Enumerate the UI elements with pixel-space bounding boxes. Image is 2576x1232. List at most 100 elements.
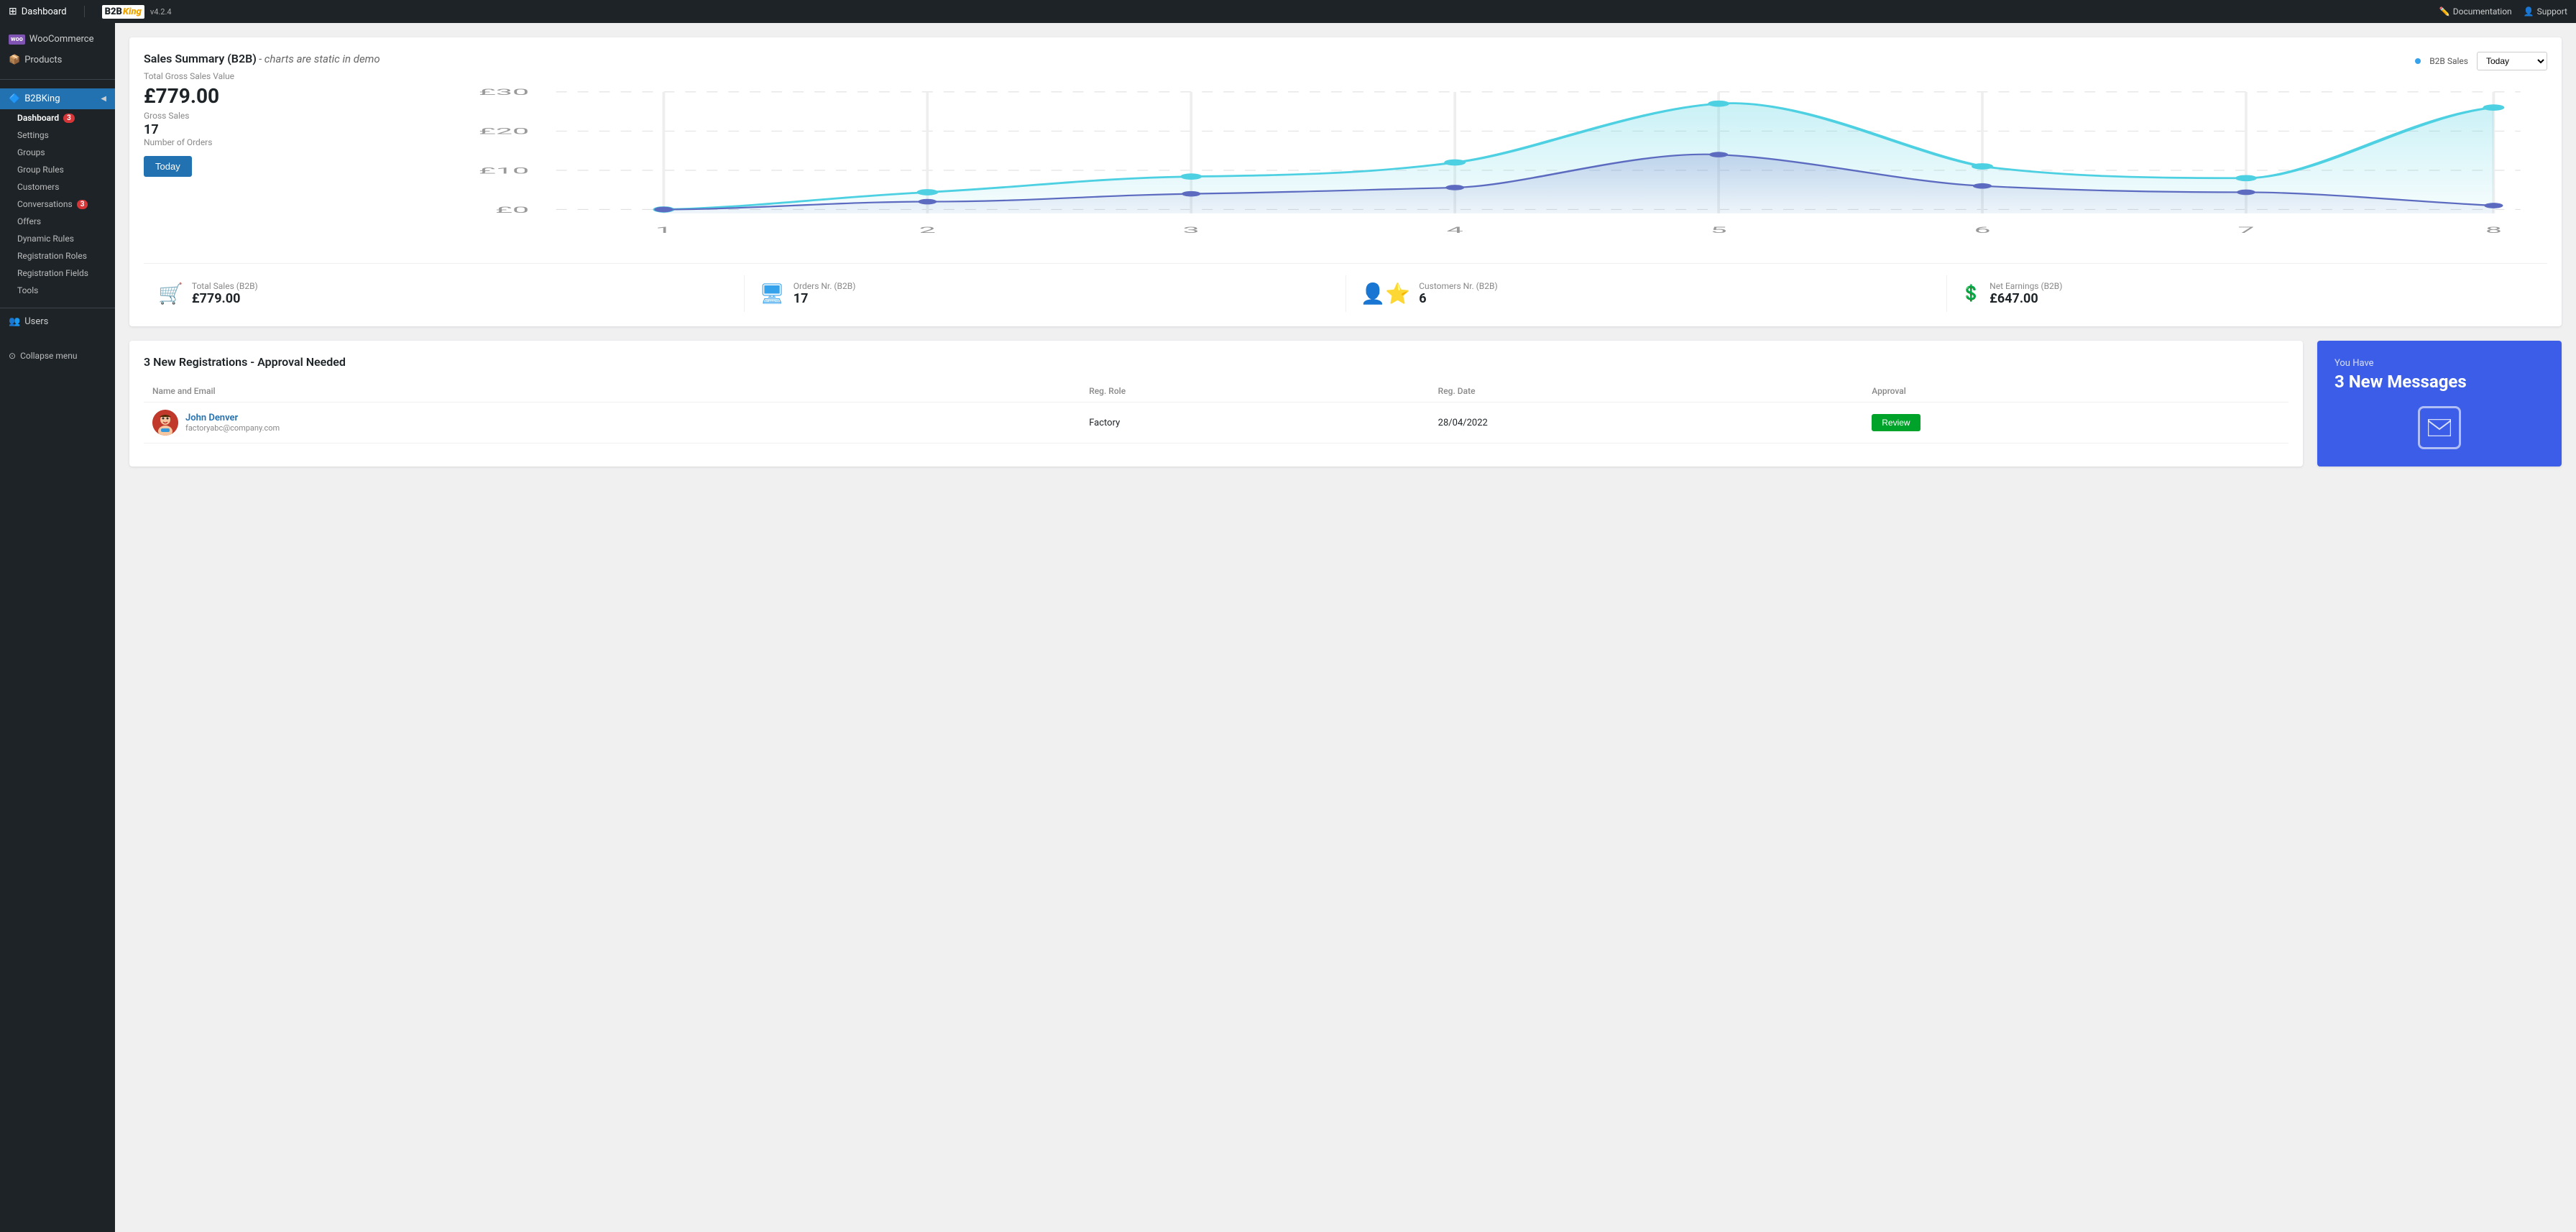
sidebar-item-dashboard[interactable]: Dashboard 3 [9,109,115,127]
sales-chart-area: Sales Summary (B2B) - charts are static … [144,52,2547,252]
topbar-right: ✏️ Documentation 👤 Support [2439,6,2567,17]
doc-icon: ✏️ [2439,6,2450,17]
sidebar-submenu: Dashboard 3 Settings Groups Group Rules … [0,109,115,299]
col-reg-date: Reg. Date [1430,380,1864,403]
chart-controls: B2B Sales Today This Week This Month Thi… [395,52,2547,70]
version-label: v4.2.4 [150,7,172,17]
avatar [152,410,178,436]
envelope-icon [2418,406,2461,449]
stat-total-sales: 🛒 Total Sales (B2B) £779.00 [144,275,745,312]
total-gross-label: Total Gross Sales Value [144,71,380,81]
collapse-menu[interactable]: ⊙ Collapse menu [0,346,115,365]
sidebar-item-users[interactable]: 👥 Users [0,311,115,332]
sidebar-item-registration-fields[interactable]: Registration Fields [9,265,115,282]
cart-icon: 🛒 [158,282,183,305]
sidebar-item-group-rules[interactable]: Group Rules [9,161,115,178]
products-icon: 📦 [9,55,20,65]
sidebar-woocommerce-section: woo WooCommerce 📦 Products [0,23,115,76]
avatar-svg [152,410,178,436]
sidebar-item-registration-roles[interactable]: Registration Roles [9,247,115,265]
svg-text:6: 6 [1974,226,1990,236]
sidebar: woo WooCommerce 📦 Products 🔷 B2BKing ◀ D… [0,23,115,1232]
users-sidebar-icon: 👥 [9,316,20,327]
woo-icon: woo [9,35,25,45]
stat-net-earnings: 💲 Net Earnings (B2B) £647.00 [1947,275,2547,312]
sales-left-panel: Sales Summary (B2B) - charts are static … [144,52,380,252]
svg-text:£10: £10 [479,166,529,176]
legend-dot-icon [2415,58,2421,64]
orders-count: 17 [144,122,380,137]
stat-orders: 🖥 Orders Nr. (B2B) 17 [745,275,1346,312]
svg-text:8: 8 [2485,226,2502,236]
period-select[interactable]: Today This Week This Month This Year [2477,52,2547,70]
registrations-title: 3 New Registrations - Approval Needed [144,355,2288,369]
sidebar-b2bking-section: 🔷 B2BKing ◀ Dashboard 3 Settings Groups … [0,83,115,305]
sales-summary-card: Sales Summary (B2B) - charts are static … [129,37,2562,326]
stat-orders-value: 17 [794,291,856,306]
sales-amount: £779.00 [144,84,380,108]
dollar-icon: 💲 [1961,285,1981,303]
svg-text:£20: £20 [479,127,529,137]
svg-text:2: 2 [919,226,935,236]
svg-text:£30: £30 [479,88,529,98]
documentation-link[interactable]: ✏️ Documentation [2439,6,2512,17]
sidebar-item-dynamic-rules[interactable]: Dynamic Rules [9,230,115,247]
sidebar-sep-1 [0,79,115,80]
sidebar-item-settings[interactable]: Settings [9,127,115,144]
main-content: Sales Summary (B2B) - charts are static … [115,23,2576,1232]
table-header-row: Name and Email Reg. Role Reg. Date Appro… [144,380,2288,403]
messages-title: 3 New Messages [2334,372,2544,392]
layout: woo WooCommerce 📦 Products 🔷 B2BKing ◀ D… [0,23,2576,1232]
sales-subtitle: - charts are static in demo [259,52,380,65]
support-link[interactable]: 👤 Support [2524,6,2567,17]
sidebar-item-offers[interactable]: Offers [9,213,115,230]
sales-title: Sales Summary (B2B) [144,52,257,65]
topbar: ⊞ Dashboard B2B King v4.2.4 ✏️ Documenta… [0,0,2576,23]
svg-text:1: 1 [656,226,672,236]
support-icon: 👤 [2524,6,2534,17]
sales-header: Sales Summary (B2B) - charts are static … [144,52,380,65]
messages-card: You Have 3 New Messages [2317,341,2562,466]
sidebar-item-customers[interactable]: Customers [9,178,115,196]
stats-row: 🛒 Total Sales (B2B) £779.00 🖥 Orders Nr.… [144,263,2547,312]
sidebar-item-products[interactable]: 📦 Products [0,50,115,70]
user-name: John Denver [185,413,280,423]
sidebar-item-groups[interactable]: Groups [9,144,115,161]
legend-label: B2B Sales [2429,56,2468,66]
dashboard-title: ⊞ Dashboard [9,6,67,17]
stat-customers: 👤⭐ Customers Nr. (B2B) 6 [1346,275,1947,312]
b2bking-logo: B2B King [102,5,144,19]
sidebar-item-tools[interactable]: Tools [9,282,115,299]
collapse-menu-item[interactable]: ⊙ Collapse menu [9,346,106,365]
gross-sales-label: Gross Sales [144,111,380,121]
stat-customers-label: Customers Nr. (B2B) [1419,281,1497,291]
b2bking-icon: 🔷 [9,93,20,104]
messages-subtitle: You Have [2334,358,2544,369]
svg-text:3: 3 [1182,226,1199,236]
sidebar-item-conversations[interactable]: Conversations 3 [9,196,115,213]
sales-chart: £30 £20 £10 £0 1 2 3 4 5 6 7 8 [395,76,2547,249]
orders-label: Number of Orders [144,137,380,147]
registrations-table: Name and Email Reg. Role Reg. Date Appro… [144,380,2288,443]
user-cell: John Denver factoryabc@company.com [152,410,1072,436]
bottom-row: 3 New Registrations - Approval Needed Na… [129,341,2562,466]
tablet-icon: 🖥 [759,282,785,305]
topbar-brand: B2B King v4.2.4 [102,5,172,19]
user-email: factoryabc@company.com [185,423,280,433]
customers-icon: 👤⭐ [1361,282,1411,305]
dashboard-badge: 3 [63,114,75,123]
sidebar-item-b2bking[interactable]: 🔷 B2BKing ◀ [0,88,115,109]
collapse-icon: ⊙ [9,351,16,361]
registrations-card: 3 New Registrations - Approval Needed Na… [129,341,2303,466]
svg-text:£0: £0 [495,205,529,215]
reg-date-cell: 28/04/2022 [1430,403,1864,443]
table-row: John Denver factoryabc@company.com Facto… [144,403,2288,443]
stat-total-sales-label: Total Sales (B2B) [192,281,258,291]
today-button[interactable]: Today [144,156,192,177]
stat-net-label: Net Earnings (B2B) [1990,281,2062,291]
collapse-arrow-icon: ◀ [101,95,106,103]
reg-role-cell: Factory [1080,403,1429,443]
review-button[interactable]: Review [1872,414,1920,431]
sidebar-item-woocommerce[interactable]: woo WooCommerce [0,29,115,50]
stat-customers-value: 6 [1419,291,1497,306]
